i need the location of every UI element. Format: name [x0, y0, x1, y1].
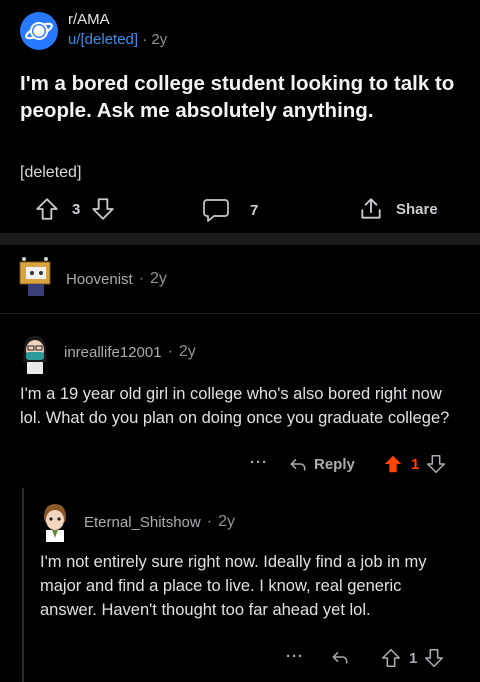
comments-button[interactable]: 7 [202, 197, 258, 223]
avatar[interactable] [16, 254, 56, 298]
more-dots-icon: ··· [286, 648, 304, 665]
upvote-filled-icon[interactable] [382, 453, 404, 475]
comment-author[interactable]: Hoovenist [66, 271, 133, 288]
comment-score: 1 [411, 455, 420, 473]
comment-vote-group: 1 [380, 647, 445, 669]
comment-body: I'm a 19 year old girl in college who's … [20, 385, 450, 427]
reply-button[interactable]: Reply [288, 454, 355, 474]
comment-divider [0, 313, 480, 314]
reply-label: Reply [314, 455, 355, 473]
downvote-icon[interactable] [90, 196, 116, 222]
comment-author[interactable]: Eternal_Shitshow [84, 514, 201, 531]
comment-body: I'm not entirely sure right now. Ideally… [40, 553, 427, 619]
post-vote-group: 3 [34, 196, 116, 222]
post-author[interactable]: u/[deleted] [68, 31, 138, 48]
comment-bubble-icon [203, 199, 229, 222]
byline-separator: · [142, 31, 148, 48]
section-divider [0, 233, 480, 245]
more-dots-icon: ··· [250, 454, 268, 471]
comment-count: 7 [250, 201, 259, 219]
downvote-icon[interactable] [425, 453, 447, 475]
share-label: Share [396, 200, 438, 218]
subreddit-name[interactable]: r/AMA [68, 11, 110, 28]
comment-meta: Hoovenist · 2y [66, 270, 167, 288]
downvote-icon[interactable] [423, 647, 445, 669]
comment-age: 2y [150, 270, 167, 287]
share-icon [361, 198, 381, 219]
comment-meta: inreallife12001 · 2y [64, 343, 196, 361]
subreddit-avatar[interactable] [20, 12, 58, 50]
reply-button[interactable] [330, 647, 350, 667]
upvote-icon[interactable] [34, 196, 60, 222]
comment-separator: · [206, 513, 213, 530]
upvote-icon[interactable] [380, 647, 402, 669]
reply-arrow-icon [290, 459, 306, 471]
post-score: 3 [72, 200, 81, 218]
comment-separator: · [138, 270, 145, 287]
post-body: [deleted] [20, 164, 82, 181]
more-options-button[interactable]: ··· [250, 454, 268, 471]
post-byline: u/[deleted] · 2y [68, 31, 167, 48]
comment-action-bar: ··· Reply 1 [0, 453, 480, 479]
comment-score: 1 [409, 649, 418, 667]
post-action-bar: 3 7 Share [0, 194, 480, 226]
comment-meta: Eternal_Shitshow · 2y [84, 513, 235, 531]
avatar[interactable] [36, 500, 74, 542]
comment-author[interactable]: inreallife12001 [64, 344, 162, 361]
reply-arrow-icon [332, 652, 348, 664]
planet-icon [25, 22, 53, 40]
comment-separator: · [167, 343, 173, 360]
avatar[interactable] [14, 330, 54, 374]
share-button[interactable]: Share [358, 196, 438, 222]
comment-action-bar: ··· 1 [0, 647, 480, 673]
post-age: 2y [151, 31, 168, 48]
post-title[interactable]: I'm a bored college student looking to t… [20, 70, 460, 124]
comment-age: 2y [178, 343, 196, 360]
comment-vote-group: 1 [382, 453, 447, 475]
comment-age: 2y [218, 513, 235, 530]
more-options-button[interactable]: ··· [286, 648, 304, 665]
